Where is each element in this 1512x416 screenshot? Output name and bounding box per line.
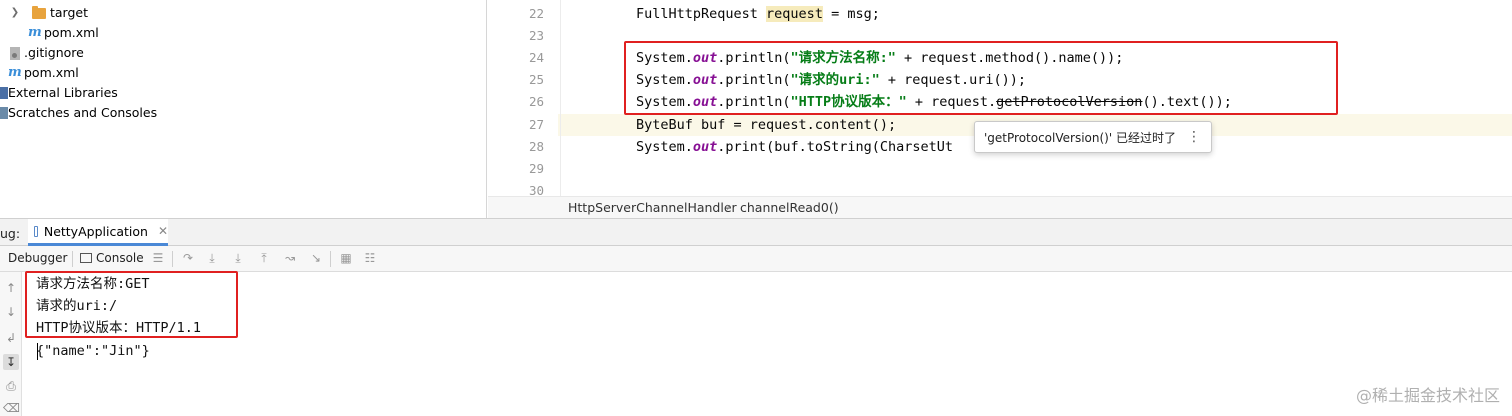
tree-item-label: pom.xml: [44, 25, 99, 40]
step-over-icon[interactable]: ⤓: [204, 250, 220, 266]
close-icon[interactable]: ✕: [158, 224, 168, 238]
toolbar-divider: [330, 251, 331, 267]
tree-item-external-libraries[interactable]: External Libraries: [0, 83, 118, 103]
text-cursor: [37, 343, 38, 360]
file-icon: [10, 46, 20, 60]
tree-item-label: External Libraries: [8, 85, 118, 100]
tree-item-label: .gitignore: [24, 45, 84, 60]
code-token: .print(buf.toString(CharsetUt: [717, 139, 953, 155]
line-number: 24: [528, 50, 544, 65]
code-line-22[interactable]: FullHttpRequest request = msg;: [636, 3, 880, 25]
debug-tab-bar: ug: NettyApplication ✕: [0, 218, 1512, 246]
console-icon: [80, 253, 92, 263]
evaluate-icon[interactable]: ▦: [338, 250, 354, 266]
highlight-box-code: [624, 41, 1338, 115]
arrow-up-icon[interactable]: ↑: [3, 280, 19, 296]
code-token: = msg;: [822, 6, 880, 22]
deprecation-tooltip: 'getProtocolVersion()' 已经过时了 ⋮: [974, 121, 1212, 153]
tab-netty-application[interactable]: NettyApplication ✕: [28, 219, 168, 246]
scroll-to-end-icon[interactable]: ↧: [3, 354, 19, 370]
project-tree: ❯ target m pom.xml .gitignore m pom.xml …: [0, 0, 487, 218]
console-output[interactable]: 请求方法名称:GET 请求的uri:/ HTTP协议版本：HTTP/1.1 {"…: [22, 272, 1512, 416]
line-number: 25: [528, 72, 544, 87]
chevron-right-icon: ›: [726, 199, 731, 214]
more-options-icon[interactable]: ⋮: [1187, 129, 1201, 145]
code-token: FullHttpRequest: [636, 6, 767, 22]
step-out-icon[interactable]: ⤒: [256, 250, 272, 266]
arrow-down-icon[interactable]: ↓: [3, 304, 19, 320]
highlight-box-console: [25, 271, 238, 338]
line-gutter: 22 23 24 25 26 27 28 29 30: [488, 0, 558, 198]
console-tab[interactable]: Console: [80, 251, 144, 265]
force-step-icon[interactable]: ↘: [308, 250, 324, 266]
chevron-right-icon[interactable]: ❯: [8, 3, 22, 23]
trace-icon[interactable]: ☷: [362, 250, 378, 266]
debug-label: ug:: [0, 226, 21, 241]
line-number: 28: [528, 139, 544, 154]
menu-icon[interactable]: ☰: [150, 250, 166, 266]
maven-icon: m: [28, 25, 42, 40]
line-number: 29: [528, 161, 544, 176]
soft-wrap-icon[interactable]: ↲: [3, 330, 19, 346]
code-token: System.: [636, 139, 693, 155]
toolbar-divider: [172, 251, 173, 267]
breadcrumb: HttpServerChannelHandler › channelRead0(…: [488, 196, 1512, 218]
library-icon: [0, 87, 8, 99]
line-number: 27: [528, 117, 544, 132]
scratches-icon: [0, 107, 8, 119]
tree-item-target[interactable]: ❯ target: [8, 3, 88, 23]
run-to-cursor-icon[interactable]: ↝: [282, 250, 298, 266]
code-line-27[interactable]: ByteBuf buf = request.content();: [636, 114, 896, 136]
tree-item-pom-inner[interactable]: m pom.xml: [28, 23, 99, 43]
code-token: ByteBuf buf = request.content();: [636, 117, 897, 133]
folder-icon: [32, 5, 46, 19]
application-icon: [34, 225, 38, 237]
step-into-icon[interactable]: ⤓: [230, 250, 246, 266]
tree-item-pom[interactable]: m pom.xml: [8, 63, 79, 83]
line-number: 23: [528, 28, 544, 43]
breadcrumb-class[interactable]: HttpServerChannelHandler: [568, 200, 737, 215]
gutter-divider: [560, 0, 561, 196]
maven-icon: m: [8, 65, 22, 80]
debugger-tab[interactable]: Debugger: [8, 251, 67, 265]
console-line: {"name":"Jin"}: [36, 343, 150, 359]
code-line-28[interactable]: System.out.print(buf.toString(CharsetUt: [636, 136, 953, 158]
breadcrumb-method[interactable]: channelRead0(): [740, 200, 839, 215]
line-number: 22: [528, 6, 544, 21]
tooltip-text: 'getProtocolVersion()' 已经过时了: [984, 130, 1176, 145]
line-number: 26: [528, 94, 544, 109]
toolbar-divider: [72, 251, 73, 267]
watermark: @稀土掘金技术社区: [1355, 386, 1500, 405]
code-token: request: [766, 6, 823, 22]
tree-item-gitignore[interactable]: .gitignore: [10, 43, 84, 63]
tree-item-label: pom.xml: [24, 65, 79, 80]
console-side-toolbar: ↑ ↓ ↲ ↧ ⎙ ⌫: [0, 272, 22, 416]
console-tab-label: Console: [96, 251, 144, 265]
show-execution-point-icon[interactable]: ↷: [180, 250, 196, 266]
tab-label: NettyApplication: [43, 223, 148, 239]
tree-item-scratches[interactable]: Scratches and Consoles: [0, 103, 157, 123]
tree-item-label: target: [50, 5, 89, 20]
tree-item-label: Scratches and Consoles: [8, 105, 158, 120]
debug-toolbar: Debugger Console ☰ ↷ ⤓ ⤓ ⤒ ↝ ↘ ▦ ☷: [0, 246, 1512, 272]
print-icon[interactable]: ⎙: [3, 378, 19, 394]
trash-icon[interactable]: ⌫: [3, 400, 20, 416]
code-token: out: [692, 139, 718, 155]
